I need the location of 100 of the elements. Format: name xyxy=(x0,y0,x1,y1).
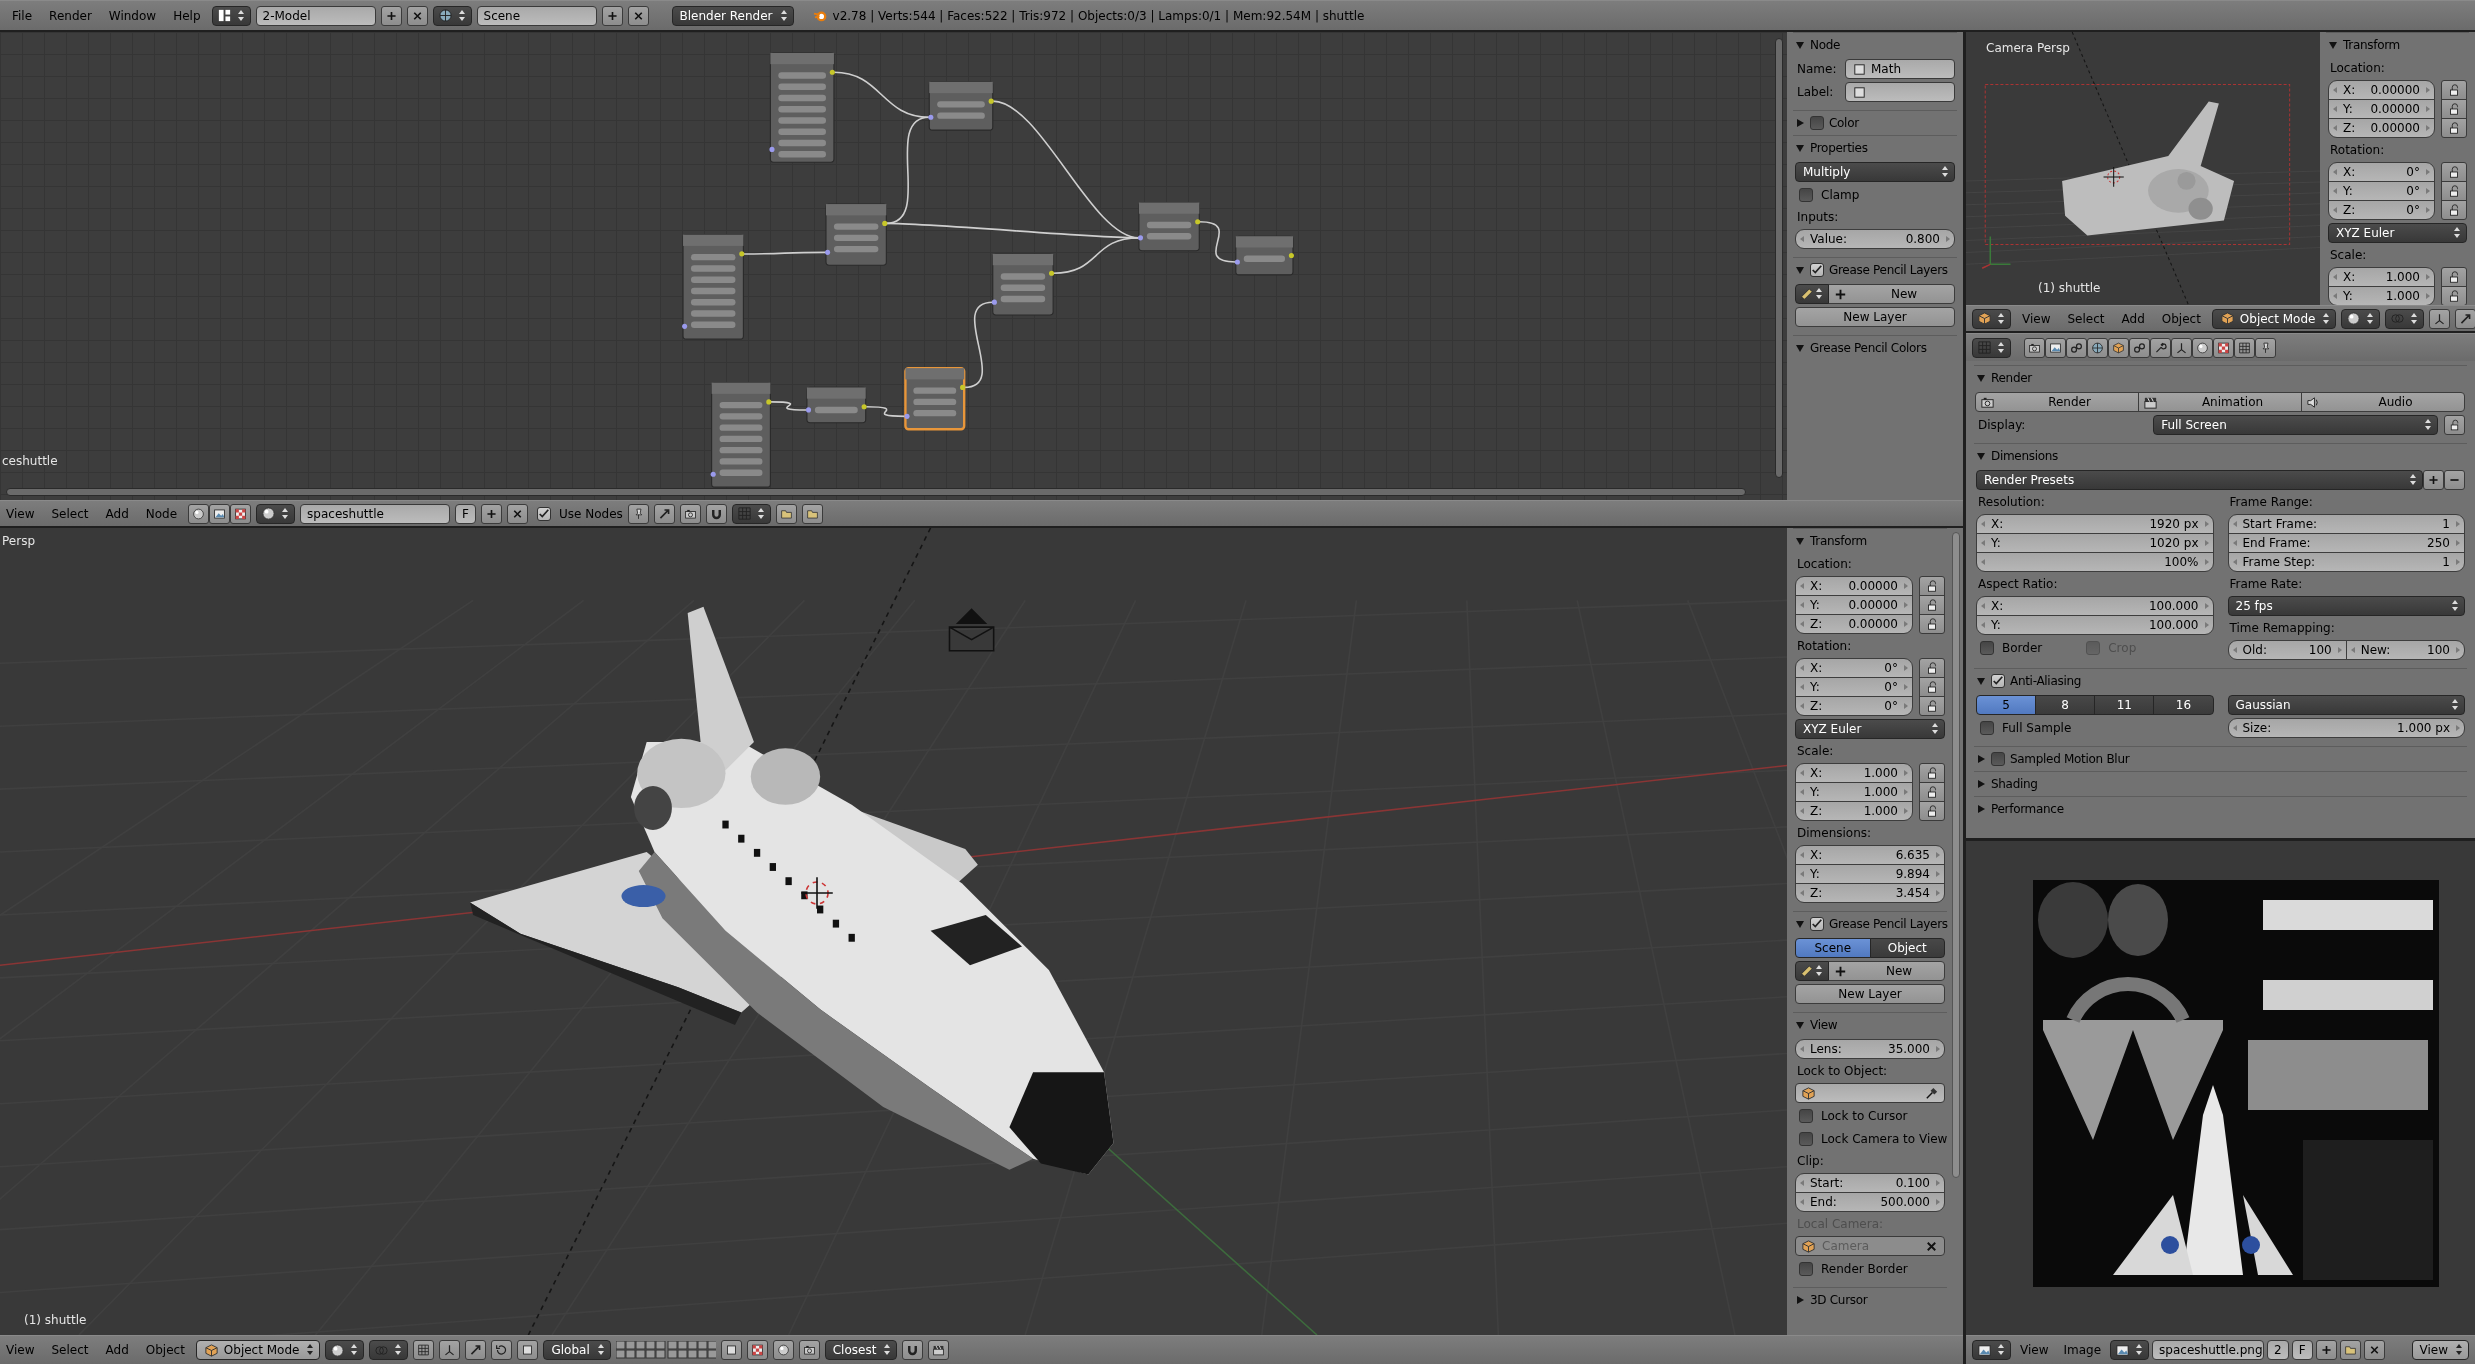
action-button[interactable]: Audio xyxy=(2301,392,2465,412)
scene-field[interactable]: Scene xyxy=(476,5,597,26)
scrollbar[interactable] xyxy=(1775,38,1783,478)
mode-dropdown[interactable]: Object Mode xyxy=(195,1340,321,1360)
number-field[interactable]: Y: 1.000 xyxy=(1795,782,1913,802)
menu-item[interactable]: Add xyxy=(99,506,135,521)
number-field[interactable]: Y: 0° xyxy=(2328,181,2435,201)
globe-icon[interactable] xyxy=(2087,337,2108,358)
cube-icon[interactable] xyxy=(2108,337,2129,358)
panel-title[interactable]: Grease Pencil Layers xyxy=(1829,917,1948,931)
number-field[interactable]: Size: 1.000 px xyxy=(2227,718,2465,738)
toggle-button[interactable]: 11 xyxy=(2094,695,2155,715)
plus-icon[interactable] xyxy=(601,5,623,26)
close-icon[interactable] xyxy=(406,5,428,26)
plus-icon[interactable] xyxy=(2423,470,2444,490)
text-field[interactable]: Math xyxy=(1845,59,1955,79)
lock-icon[interactable] xyxy=(2444,415,2465,435)
editor-type-dropdown[interactable] xyxy=(1972,337,2011,358)
checker-icon[interactable] xyxy=(230,503,252,524)
panel-title[interactable]: Anti-Aliasing xyxy=(2010,674,2082,688)
lock-icon[interactable] xyxy=(1919,614,1945,634)
triangle-icon[interactable] xyxy=(1795,919,1805,929)
close-icon[interactable] xyxy=(507,503,528,524)
pencil-dropdown[interactable] xyxy=(1795,284,1829,304)
number-field[interactable]: End Frame: 250 xyxy=(2227,533,2465,553)
lock-icon[interactable] xyxy=(1919,763,1945,783)
image-icon[interactable] xyxy=(2045,337,2066,358)
lock-icon[interactable] xyxy=(2441,267,2467,287)
pin-icon[interactable] xyxy=(627,503,649,524)
node[interactable] xyxy=(710,382,772,488)
button[interactable]: New Layer xyxy=(1795,307,1955,327)
action-button[interactable]: Render xyxy=(1975,392,2139,412)
plus-icon[interactable] xyxy=(481,503,502,524)
checkbox-label[interactable]: Clamp xyxy=(1821,188,1860,202)
panel-title[interactable]: 3D Cursor xyxy=(1810,1293,1868,1307)
pivot-dropdown[interactable] xyxy=(2385,308,2425,329)
panel-title[interactable]: Node xyxy=(1810,38,1841,52)
number-field[interactable]: Y: 0.00000 xyxy=(1795,595,1913,615)
checkbox[interactable] xyxy=(537,506,551,521)
node[interactable] xyxy=(1137,201,1201,252)
node[interactable] xyxy=(904,366,966,431)
toggle-button[interactable]: Scene xyxy=(1795,938,1871,958)
close-icon[interactable] xyxy=(627,5,649,26)
space-shuttle-drawing[interactable] xyxy=(2062,101,2235,236)
number-field[interactable]: Old: 100 xyxy=(2227,640,2347,660)
object-field[interactable] xyxy=(1795,1083,1945,1103)
square-icon[interactable] xyxy=(720,1340,742,1360)
checkbox[interactable] xyxy=(1799,1109,1813,1123)
number-field[interactable]: Start: 0.100 xyxy=(1795,1173,1945,1193)
image-browse-dropdown[interactable] xyxy=(2110,1340,2150,1360)
number-field[interactable]: Start Frame: 1 xyxy=(2227,514,2465,534)
lock-icon[interactable] xyxy=(1919,576,1945,596)
number-field[interactable]: Z: 0° xyxy=(2328,200,2435,220)
snap-target-dropdown[interactable]: Closest xyxy=(824,1340,898,1360)
clapperboard-icon[interactable] xyxy=(928,1340,950,1360)
dropdown[interactable]: 25 fps xyxy=(2227,596,2465,616)
checkbox[interactable] xyxy=(1991,674,2005,688)
number-field[interactable]: Y: 0° xyxy=(1795,677,1913,697)
number-field[interactable]: End: 500.000 xyxy=(1795,1192,1945,1212)
triangle-icon[interactable] xyxy=(1976,754,1986,764)
space-shuttle-drawing[interactable] xyxy=(470,606,1114,1175)
3d-cursor-icon[interactable] xyxy=(800,876,834,910)
lock-icon[interactable] xyxy=(2441,99,2467,119)
lock-icon[interactable] xyxy=(1919,801,1945,821)
image-name-field[interactable]: spaceshuttle.png xyxy=(2152,1340,2265,1360)
link-icon[interactable] xyxy=(2129,337,2150,358)
number-field[interactable]: 100% xyxy=(1976,552,2214,572)
3d-cursor-icon[interactable] xyxy=(2103,166,2125,188)
folder-icon[interactable] xyxy=(2339,1340,2361,1360)
panel-title[interactable]: Sampled Motion Blur xyxy=(2010,752,2130,766)
dropdown[interactable]: Multiply xyxy=(1795,162,1955,182)
scene-dropdown[interactable] xyxy=(432,5,472,26)
user-count[interactable]: 2 xyxy=(2267,1340,2289,1360)
square-icon[interactable] xyxy=(517,1340,539,1360)
menu-item[interactable]: Select xyxy=(45,506,95,521)
material-dropdown[interactable] xyxy=(256,503,296,524)
layer-grid-icon[interactable] xyxy=(615,1341,716,1359)
number-field[interactable]: X: 0° xyxy=(2328,162,2435,182)
eyedropper-icon[interactable] xyxy=(1924,1085,1939,1101)
new-button[interactable]: New xyxy=(1828,961,1945,981)
dropdown[interactable]: XYZ Euler xyxy=(1795,719,1945,739)
triangle-icon[interactable] xyxy=(1795,1295,1805,1305)
checkbox[interactable] xyxy=(1799,188,1813,202)
panel-title[interactable]: Grease Pencil Colors xyxy=(1810,341,1927,355)
checkbox-label[interactable]: Border xyxy=(2002,641,2043,655)
menu-item[interactable]: View xyxy=(0,506,41,521)
checkbox[interactable] xyxy=(1980,641,1994,655)
lock-icon[interactable] xyxy=(1919,782,1945,802)
number-field[interactable]: X: 6.635 xyxy=(1795,845,1945,865)
triangle-icon[interactable] xyxy=(1795,265,1805,275)
node[interactable] xyxy=(769,52,835,163)
fake-user-button[interactable]: F xyxy=(455,503,476,524)
number-field[interactable]: Value: 0.800 xyxy=(1795,229,1955,249)
triangle-icon[interactable] xyxy=(1795,40,1805,50)
dropdown[interactable]: Gaussian xyxy=(2227,695,2465,715)
menu-item[interactable]: Object xyxy=(139,1343,191,1357)
number-field[interactable]: X: 1.000 xyxy=(1795,763,1913,783)
rotate-icon[interactable] xyxy=(491,1340,513,1360)
shading-dropdown[interactable] xyxy=(325,1340,365,1360)
folder-icon[interactable] xyxy=(775,503,797,524)
